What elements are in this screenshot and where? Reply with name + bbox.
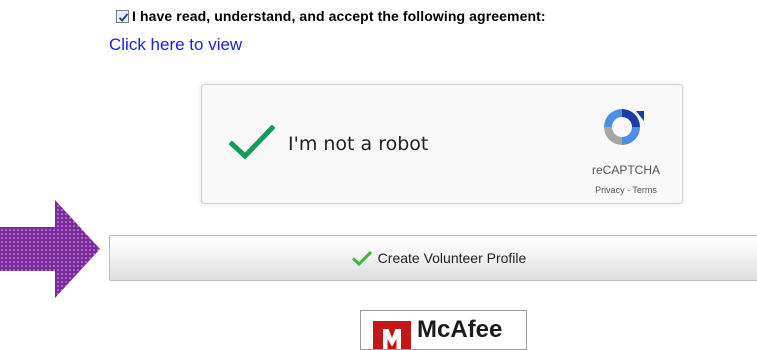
check-icon	[118, 12, 129, 22]
recaptcha-links: Privacy - Terms	[577, 185, 675, 195]
checkmark-icon	[351, 250, 372, 266]
create-volunteer-profile-button[interactable]: Create Volunteer Profile	[109, 235, 757, 281]
recaptcha-label: I'm not a robot	[288, 133, 429, 155]
agreement-text: I have read, understand, and accept the …	[132, 8, 546, 24]
mcafee-logo-icon	[373, 321, 411, 349]
view-agreement-link[interactable]: Click here to view	[109, 35, 242, 55]
checkmark-icon	[228, 124, 276, 160]
agreement-row: I have read, understand, and accept the …	[116, 8, 546, 24]
mcafee-name: McAfee	[417, 316, 503, 343]
recaptcha-checkbox[interactable]	[228, 124, 276, 166]
recaptcha-widget: I'm not a robot reCAPTCHA Privacy - Term…	[201, 84, 683, 204]
right-arrow-icon	[0, 200, 100, 303]
privacy-link[interactable]: Privacy	[595, 185, 625, 195]
recaptcha-brand: reCAPTCHA	[591, 163, 660, 177]
agreement-checkbox[interactable]	[116, 9, 129, 23]
create-button-label: Create Volunteer Profile	[377, 250, 527, 266]
mcafee-badge[interactable]: McAfee	[360, 310, 527, 350]
recaptcha-logo-icon	[598, 103, 646, 156]
terms-link[interactable]: Terms	[632, 185, 657, 195]
